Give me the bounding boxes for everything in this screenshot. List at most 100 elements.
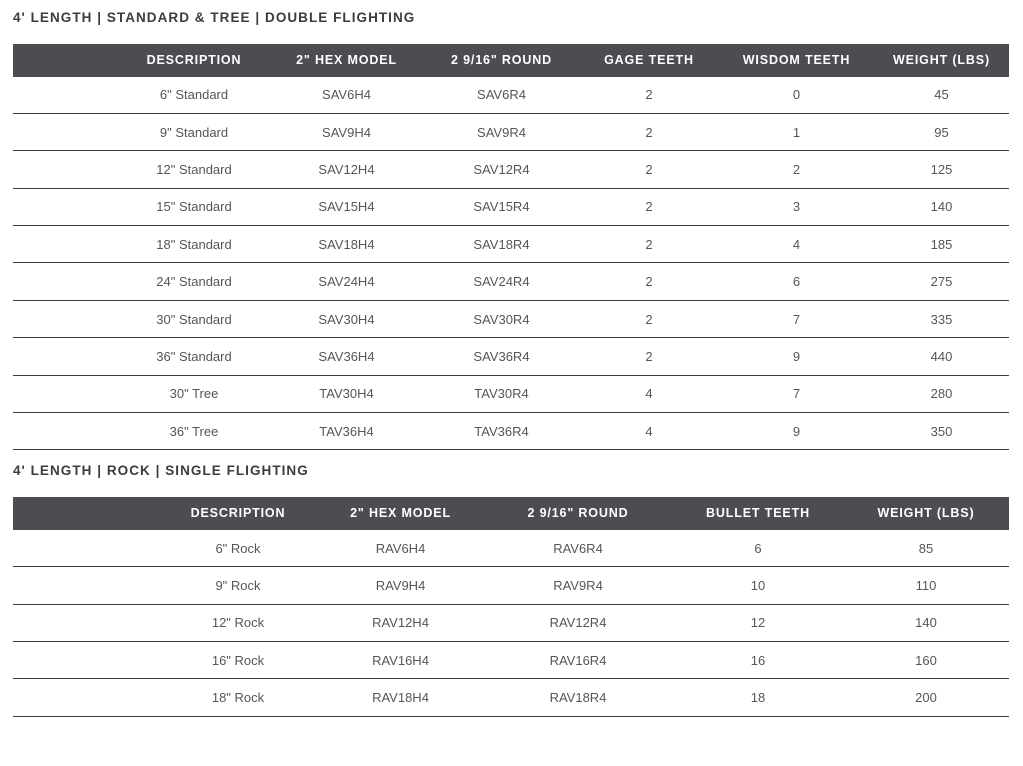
cell-gage-teeth: 2 [579, 300, 719, 339]
cell-weight: 350 [874, 412, 1009, 451]
cell-round: SAV6R4 [424, 76, 579, 114]
row-spacer [13, 678, 158, 717]
cell-description: 9" Standard [119, 113, 269, 152]
cell-weight: 200 [843, 678, 1009, 717]
cell-description: 16" Rock [158, 641, 318, 680]
cell-gage-teeth: 4 [579, 412, 719, 451]
row-spacer [13, 150, 119, 189]
cell-weight: 280 [874, 375, 1009, 414]
cell-hex-model: TAV30H4 [269, 375, 424, 414]
cell-round: SAV30R4 [424, 300, 579, 339]
cell-hex-model: RAV9H4 [318, 566, 483, 605]
column-header-bullet-teeth: BULLET TEETH [673, 496, 843, 530]
cell-weight: 110 [843, 566, 1009, 605]
cell-hex-model: RAV6H4 [318, 529, 483, 568]
cell-hex-model: TAV36H4 [269, 412, 424, 451]
cell-weight: 335 [874, 300, 1009, 339]
cell-description: 6" Standard [119, 76, 269, 114]
cell-weight: 45 [874, 76, 1009, 114]
table-row: 16" Rock RAV16H4 RAV16R4 16 160 [13, 641, 1009, 680]
spec-table-rock: DESCRIPTION 2" HEX MODEL 2 9/16" ROUND B… [13, 496, 1009, 717]
table-row: 24" Standard SAV24H4 SAV24R4 2 6 275 [13, 262, 1009, 301]
cell-weight: 95 [874, 113, 1009, 152]
cell-wisdom-teeth: 4 [719, 225, 874, 264]
cell-gage-teeth: 2 [579, 337, 719, 376]
cell-wisdom-teeth: 6 [719, 262, 874, 301]
table-row: 18" Standard SAV18H4 SAV18R4 2 4 185 [13, 225, 1009, 264]
table-row: 36" Standard SAV36H4 SAV36R4 2 9 440 [13, 337, 1009, 376]
cell-gage-teeth: 2 [579, 225, 719, 264]
cell-weight: 275 [874, 262, 1009, 301]
column-header-weight: WEIGHT (LBS) [843, 496, 1009, 530]
cell-description: 6" Rock [158, 529, 318, 568]
cell-gage-teeth: 4 [579, 375, 719, 414]
cell-description: 30" Standard [119, 300, 269, 339]
cell-wisdom-teeth: 9 [719, 412, 874, 451]
table-header-row: DESCRIPTION 2" HEX MODEL 2 9/16" ROUND B… [13, 496, 1009, 530]
table-row: 9" Standard SAV9H4 SAV9R4 2 1 95 [13, 113, 1009, 152]
cell-gage-teeth: 2 [579, 262, 719, 301]
cell-description: 18" Rock [158, 678, 318, 717]
cell-round: RAV12R4 [483, 604, 673, 643]
cell-hex-model: SAV15H4 [269, 188, 424, 227]
cell-weight: 140 [843, 604, 1009, 643]
row-spacer [13, 641, 158, 680]
cell-description: 24" Standard [119, 262, 269, 301]
cell-hex-model: SAV36H4 [269, 337, 424, 376]
column-header-gage-teeth: GAGE TEETH [579, 43, 719, 77]
cell-bullet-teeth: 16 [673, 641, 843, 680]
cell-wisdom-teeth: 0 [719, 76, 874, 114]
column-header-round: 2 9/16" ROUND [483, 496, 673, 530]
cell-bullet-teeth: 6 [673, 529, 843, 568]
cell-round: SAV36R4 [424, 337, 579, 376]
cell-bullet-teeth: 10 [673, 566, 843, 605]
cell-round: SAV18R4 [424, 225, 579, 264]
cell-hex-model: SAV6H4 [269, 76, 424, 114]
column-header-round: 2 9/16" ROUND [424, 43, 579, 77]
cell-bullet-teeth: 12 [673, 604, 843, 643]
row-spacer [13, 412, 119, 451]
table-row: 9" Rock RAV9H4 RAV9R4 10 110 [13, 566, 1009, 605]
header-spacer [13, 496, 158, 530]
cell-round: TAV36R4 [424, 412, 579, 451]
cell-hex-model: SAV18H4 [269, 225, 424, 264]
cell-wisdom-teeth: 3 [719, 188, 874, 227]
table-row: 18" Rock RAV18H4 RAV18R4 18 200 [13, 678, 1009, 717]
row-spacer [13, 529, 158, 568]
table-row: 30" Standard SAV30H4 SAV30R4 2 7 335 [13, 300, 1009, 339]
cell-round: TAV30R4 [424, 375, 579, 414]
row-spacer [13, 337, 119, 376]
table-row: 36" Tree TAV36H4 TAV36R4 4 9 350 [13, 412, 1009, 451]
column-header-hex-model: 2" HEX MODEL [269, 43, 424, 77]
row-spacer [13, 262, 119, 301]
row-spacer [13, 300, 119, 339]
table-row: 12" Rock RAV12H4 RAV12R4 12 140 [13, 604, 1009, 643]
spec-sheet-page: 4' LENGTH | STANDARD & TREE | DOUBLE FLI… [0, 0, 1023, 766]
row-spacer [13, 188, 119, 227]
table-row: 30" Tree TAV30H4 TAV30R4 4 7 280 [13, 375, 1009, 414]
cell-description: 30" Tree [119, 375, 269, 414]
cell-wisdom-teeth: 9 [719, 337, 874, 376]
cell-hex-model: RAV18H4 [318, 678, 483, 717]
table-row: 12" Standard SAV12H4 SAV12R4 2 2 125 [13, 150, 1009, 189]
row-spacer [13, 225, 119, 264]
column-header-hex-model: 2" HEX MODEL [318, 496, 483, 530]
cell-round: RAV16R4 [483, 641, 673, 680]
cell-weight: 140 [874, 188, 1009, 227]
row-spacer [13, 375, 119, 414]
cell-gage-teeth: 2 [579, 113, 719, 152]
cell-hex-model: RAV16H4 [318, 641, 483, 680]
cell-wisdom-teeth: 1 [719, 113, 874, 152]
cell-round: RAV6R4 [483, 529, 673, 568]
cell-description: 36" Standard [119, 337, 269, 376]
cell-hex-model: SAV30H4 [269, 300, 424, 339]
column-header-wisdom-teeth: WISDOM TEETH [719, 43, 874, 77]
section-title-standard-tree: 4' LENGTH | STANDARD & TREE | DOUBLE FLI… [13, 10, 416, 25]
table-header-row: DESCRIPTION 2" HEX MODEL 2 9/16" ROUND G… [13, 43, 1009, 77]
cell-description: 12" Standard [119, 150, 269, 189]
header-spacer [13, 43, 119, 77]
cell-description: 12" Rock [158, 604, 318, 643]
cell-gage-teeth: 2 [579, 188, 719, 227]
cell-wisdom-teeth: 7 [719, 300, 874, 339]
cell-weight: 160 [843, 641, 1009, 680]
